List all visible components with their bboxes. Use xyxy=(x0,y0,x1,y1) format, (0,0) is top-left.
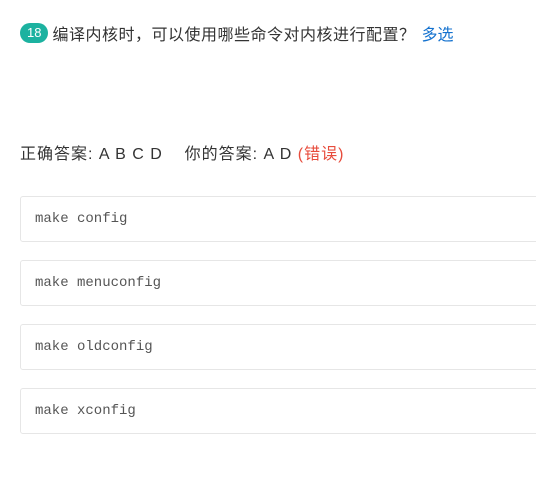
option-c[interactable]: make oldconfig xyxy=(20,324,536,370)
question-header: 18 编译内核时，可以使用哪些命令对内核进行配置？ 多选 xyxy=(20,21,536,45)
question-text: 编译内核时，可以使用哪些命令对内核进行配置？ xyxy=(52,21,415,45)
option-a[interactable]: make config xyxy=(20,196,536,242)
option-d[interactable]: make xconfig xyxy=(20,388,536,434)
options-list: make config make menuconfig make oldconf… xyxy=(20,196,536,434)
question-number-badge: 18 xyxy=(20,23,48,43)
question-tag: 多选 xyxy=(421,21,453,45)
option-b[interactable]: make menuconfig xyxy=(20,260,536,306)
answer-status: (错误) xyxy=(298,146,345,163)
answers-line: 正确答案: A B C D 你的答案: A D (错误) xyxy=(20,140,536,164)
your-answer-value: A D xyxy=(264,146,293,163)
correct-answer-label: 正确答案: xyxy=(20,146,93,163)
your-answer-label: 你的答案: xyxy=(185,146,258,163)
correct-answer-value: A B C D xyxy=(99,146,163,163)
